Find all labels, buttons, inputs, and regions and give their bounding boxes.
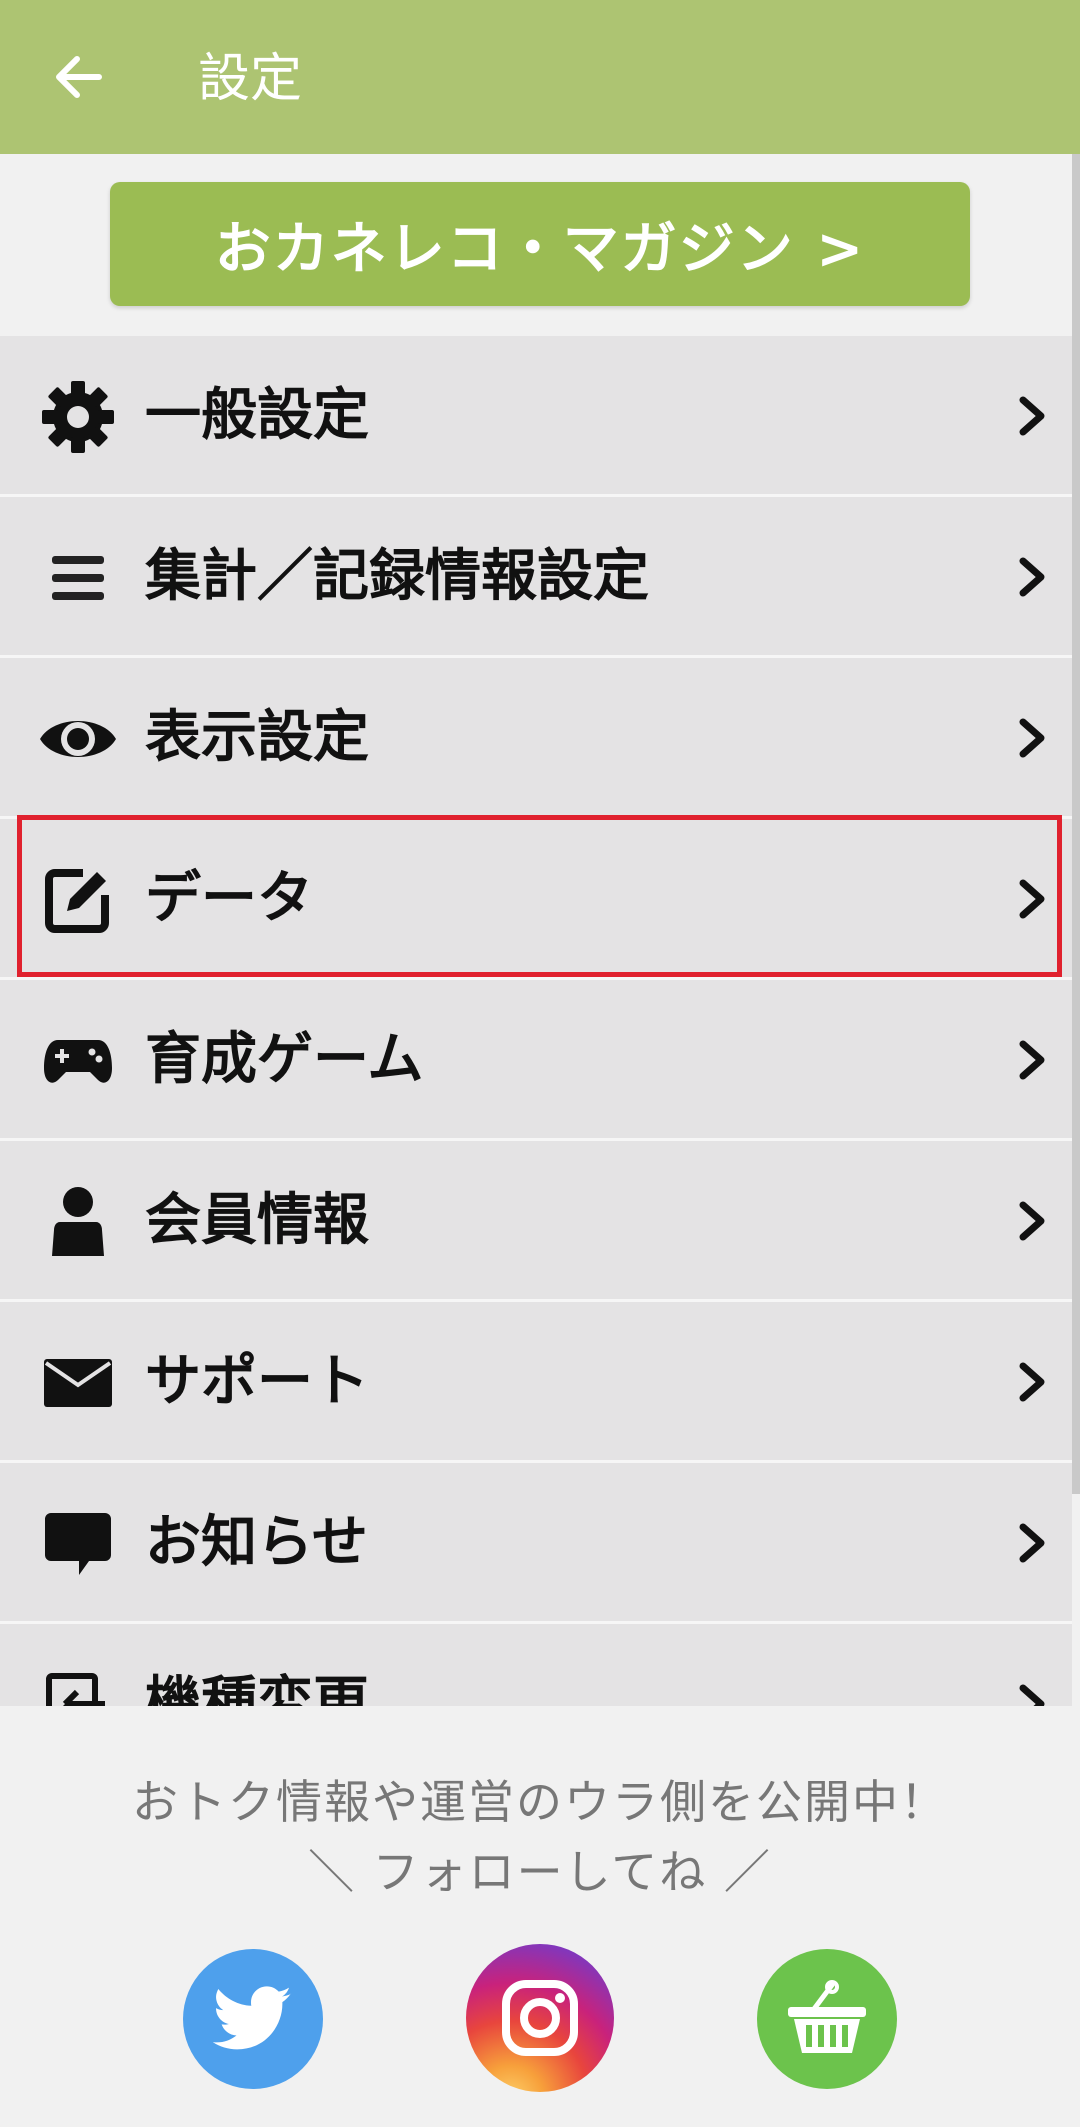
- menu-item-label: データ: [145, 866, 313, 931]
- settings-menu-list: 一般設定 集計／記録情報設定 表示設定 データ 育成ゲーム 会員情報 サポート …: [0, 336, 1072, 1706]
- menu-item-label: サポート: [145, 1349, 369, 1414]
- menu-item-label: 表示設定: [145, 705, 369, 770]
- menu-item-display-settings[interactable]: 表示設定: [0, 658, 1072, 819]
- menu-item-label: お知らせ: [145, 1510, 368, 1575]
- chat-bubble-icon: [38, 1507, 118, 1581]
- settings-content[interactable]: おカネレコ・マガジン > 一般設定 集計／記録情報設定 表示設定 データ 育成ゲ…: [0, 154, 1080, 1706]
- menu-item-label: 育成ゲーム: [145, 1027, 424, 1092]
- edit-icon: [38, 863, 118, 937]
- menu-item-general-settings[interactable]: 一般設定: [0, 336, 1072, 497]
- person-icon: [38, 1185, 118, 1259]
- menu-item-device-change[interactable]: 機種変更: [0, 1624, 1072, 1706]
- chevron-right-icon: [1012, 1195, 1052, 1247]
- app-bar: 設定: [0, 0, 1080, 154]
- chevron-right-icon: [1012, 873, 1052, 925]
- menu-item-label: 機種変更: [145, 1671, 369, 1706]
- chevron-right-icon: [1012, 1356, 1052, 1408]
- page-title: 設定: [198, 49, 303, 109]
- menu-item-data[interactable]: データ: [0, 819, 1072, 980]
- footer: おトク情報や運営のウラ側を公開中！ ＼ フォローしてね ／: [0, 1706, 1080, 2127]
- chevron-right-icon: [1012, 1517, 1052, 1569]
- twitter-icon: [213, 1986, 292, 2050]
- menu-item-summary-record-settings[interactable]: 集計／記録情報設定: [0, 497, 1072, 658]
- instagram-icon: [502, 1980, 578, 2056]
- menu-item-label: 会員情報: [145, 1188, 369, 1253]
- menu-item-label: 集計／記録情報設定: [145, 544, 649, 609]
- eye-icon: [38, 702, 118, 776]
- instagram-button[interactable]: [466, 1944, 614, 2092]
- arrow-left-icon: [56, 56, 102, 98]
- menu-item-training-game[interactable]: 育成ゲーム: [0, 980, 1072, 1141]
- shop-button[interactable]: [757, 1949, 897, 2089]
- scrollbar[interactable]: [1072, 154, 1080, 1494]
- footer-promo-text: おトク情報や運営のウラ側を公開中！: [132, 1775, 948, 1829]
- back-button[interactable]: [42, 42, 112, 112]
- menu-item-notices[interactable]: お知らせ: [0, 1463, 1072, 1624]
- chevron-right-icon: [1012, 712, 1052, 764]
- device-transfer-icon: [38, 1668, 118, 1706]
- chevron-right-icon: [1012, 390, 1052, 442]
- footer-follow-text: ＼ フォローしてね ／: [308, 1845, 772, 1899]
- twitter-button[interactable]: [183, 1949, 323, 2089]
- chevron-right-icon: [1012, 1034, 1052, 1086]
- magazine-button[interactable]: おカネレコ・マガジン >: [110, 182, 970, 306]
- chevron-right-icon: [1012, 1678, 1052, 1706]
- menu-item-member-info[interactable]: 会員情報: [0, 1141, 1072, 1302]
- mail-icon: [38, 1346, 118, 1420]
- gamepad-icon: [38, 1024, 118, 1098]
- menu-item-support[interactable]: サポート: [0, 1302, 1072, 1463]
- gear-icon: [38, 380, 118, 454]
- chevron-right-icon: [1012, 551, 1052, 603]
- list-icon: [38, 541, 118, 615]
- shop-basket-icon: [788, 1980, 866, 2053]
- menu-item-label: 一般設定: [145, 383, 369, 448]
